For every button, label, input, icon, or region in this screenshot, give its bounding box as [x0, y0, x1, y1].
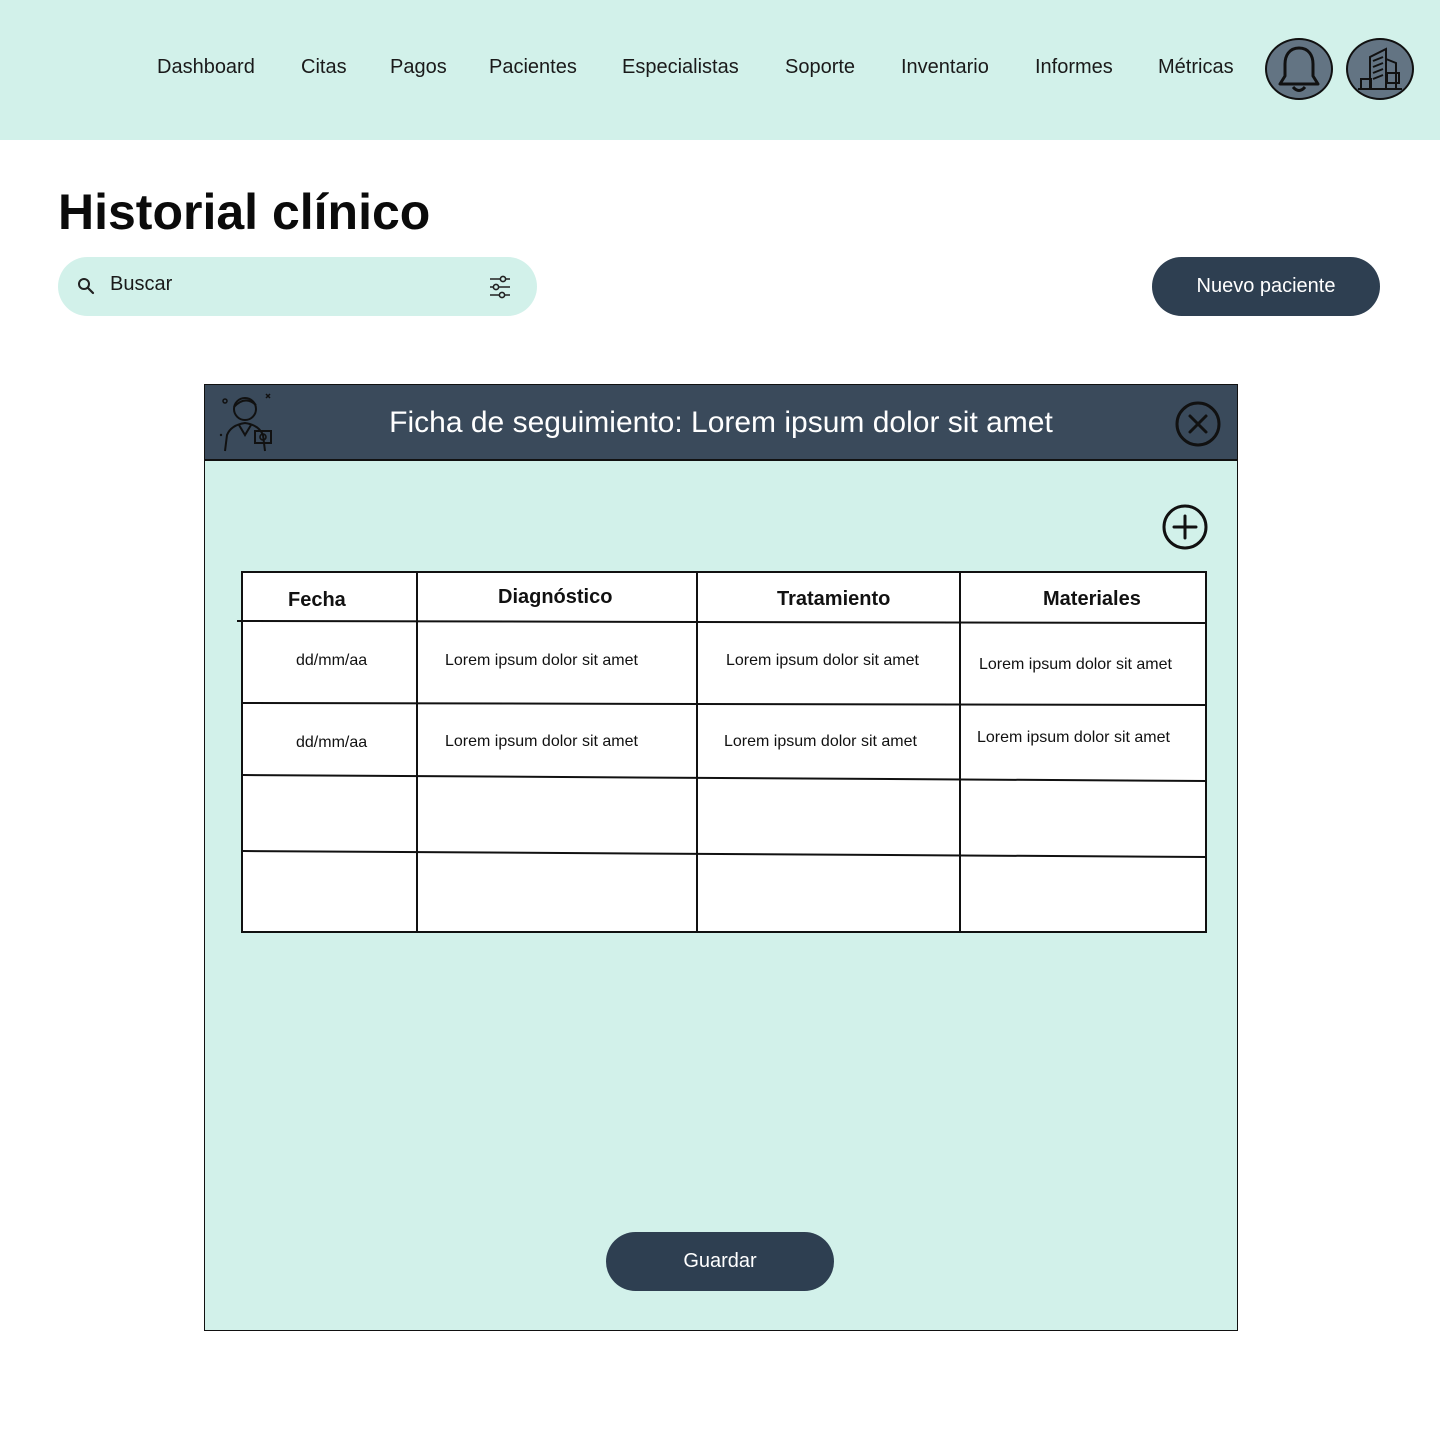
follow-up-modal: Ficha de seguimiento: Lorem ipsum dolor … [204, 384, 1238, 1331]
page-title: Historial clínico [58, 184, 431, 240]
notifications-button[interactable] [1265, 38, 1333, 100]
sliders-icon[interactable] [488, 274, 512, 300]
search-input[interactable]: Buscar [110, 273, 172, 296]
bell-icon [1278, 46, 1320, 92]
follow-up-table: Fecha Diagnóstico Tratamiento Materiales… [236, 571, 1208, 933]
table-cell-diagnosis: Lorem ipsum dolor sit amet [445, 652, 638, 669]
nav-item-metricas[interactable]: Métricas [1158, 56, 1234, 79]
column-header-materiales: Materiales [1043, 588, 1141, 610]
new-patient-button[interactable]: Nuevo paciente [1152, 257, 1380, 316]
building-icon [1358, 47, 1402, 90]
nav-item-inventario[interactable]: Inventario [901, 56, 989, 79]
table-cell-materials: Lorem ipsum dolor sit amet [977, 729, 1170, 746]
table-grid-lines [236, 571, 1208, 933]
top-nav-bar: Dashboard Citas Pagos Pacientes Especial… [0, 0, 1440, 140]
nav-item-citas[interactable]: Citas [301, 56, 347, 79]
nav-item-soporte[interactable]: Soporte [785, 56, 855, 79]
close-icon[interactable] [1174, 400, 1222, 448]
table-cell-treatment: Lorem ipsum dolor sit amet [724, 733, 917, 750]
nav-item-especialistas[interactable]: Especialistas [622, 56, 739, 79]
search-icon [78, 278, 95, 295]
nav-item-dashboard[interactable]: Dashboard [157, 56, 255, 79]
nav-item-informes[interactable]: Informes [1035, 56, 1113, 79]
table-cell-date: dd/mm/aa [296, 652, 368, 669]
table-cell-diagnosis: Lorem ipsum dolor sit amet [445, 733, 638, 750]
table-cell-materials: Lorem ipsum dolor sit amet [979, 656, 1172, 673]
nav-item-pagos[interactable]: Pagos [390, 56, 447, 79]
column-header-fecha: Fecha [288, 589, 346, 611]
modal-header: Ficha de seguimiento: Lorem ipsum dolor … [205, 385, 1237, 461]
save-button[interactable]: Guardar [606, 1232, 834, 1291]
table-cell-treatment: Lorem ipsum dolor sit amet [726, 652, 919, 669]
modal-title: Ficha de seguimiento: Lorem ipsum dolor … [389, 406, 1053, 439]
nav-item-pacientes[interactable]: Pacientes [489, 56, 577, 79]
table-cell-date: dd/mm/aa [296, 734, 368, 751]
column-header-tratamiento: Tratamiento [777, 588, 891, 610]
clinic-building-button[interactable] [1346, 38, 1414, 100]
plus-icon[interactable] [1161, 503, 1209, 551]
column-header-diagnostico: Diagnóstico [498, 586, 613, 608]
search-bar[interactable]: Buscar [58, 257, 537, 316]
